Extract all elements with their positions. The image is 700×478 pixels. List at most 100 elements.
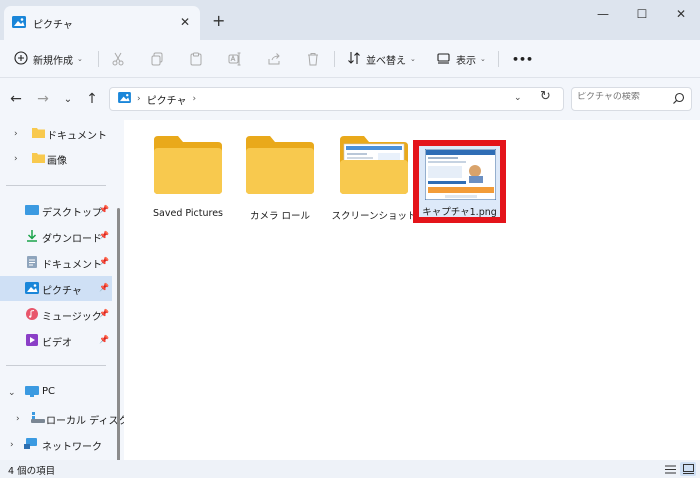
toolbar-divider (98, 51, 99, 67)
network-icon (24, 438, 38, 450)
close-window-button[interactable]: ✕ (666, 4, 696, 24)
recent-locations-button[interactable]: ⌄ (58, 89, 78, 109)
details-view-icon (664, 464, 676, 474)
more-options-button[interactable]: ••• (512, 48, 533, 70)
address-row: ← → ⌄ ↑ › ピクチャ › ⌄ ↻ (0, 78, 700, 120)
delete-icon[interactable] (303, 49, 323, 69)
cut-icon[interactable] (108, 49, 128, 69)
search-input[interactable] (577, 92, 669, 102)
address-bar[interactable]: › ピクチャ › (109, 87, 564, 111)
folder-icon (246, 136, 314, 194)
sidebar-divider (6, 185, 106, 186)
sidebar-item-downloads[interactable]: ダウンロード 📌 (0, 224, 112, 249)
sidebar-item-label: ビデオ (42, 338, 72, 349)
rename-icon[interactable] (225, 49, 245, 69)
chevron-right-icon[interactable]: › (10, 440, 14, 450)
chevron-down-icon: ⌄ (410, 55, 416, 63)
address-dropdown-button[interactable]: ⌄ (514, 93, 522, 103)
pictures-folder-icon (118, 92, 131, 106)
sidebar-item-label: 画像 (47, 156, 67, 167)
sidebar-item-label: デスクトップ (42, 208, 102, 219)
sidebar-item-label: ピクチャ (42, 286, 82, 297)
sidebar-item-pc[interactable]: ⌄ PC (0, 380, 112, 405)
chevron-down-icon: ⌄ (77, 55, 83, 63)
sidebar-item-music[interactable]: ミュージック 📌 (0, 302, 112, 327)
sidebar-item-desktop[interactable]: デスクトップ 📌 (0, 198, 112, 223)
share-icon[interactable] (264, 49, 284, 69)
sidebar-item-documents[interactable]: ドキュメント 📌 (0, 250, 112, 275)
pictures-folder-icon (12, 15, 26, 31)
sidebar-scrollbar[interactable] (117, 208, 120, 466)
view-button[interactable]: 表示 ⌄ (437, 48, 486, 70)
minimize-button[interactable]: — (588, 4, 618, 24)
plus-circle-icon (14, 50, 28, 68)
sidebar-item-local-disk[interactable]: › ローカル ディスク (0, 406, 128, 431)
large-icons-view-icon (682, 464, 694, 474)
file-name: カメラ ロール (249, 211, 311, 222)
file-name: Saved Pictures (153, 208, 223, 219)
toolbar-divider (334, 51, 335, 67)
search-box[interactable] (571, 87, 692, 111)
large-icons-view-button[interactable] (680, 462, 696, 476)
pin-icon: 📌 (99, 231, 109, 240)
sidebar-item-network[interactable]: › ネットワーク (0, 432, 112, 457)
breadcrumb-separator: › (137, 94, 141, 104)
folder-icon (32, 152, 46, 164)
sidebar-item-pictures[interactable]: ピクチャ 📌 (0, 276, 112, 301)
sidebar-item-videos[interactable]: ビデオ 📌 (0, 328, 112, 353)
sidebar-item-label: ミュージック (42, 312, 102, 323)
up-button[interactable]: ↑ (82, 89, 102, 109)
back-button[interactable]: ← (6, 89, 26, 109)
sidebar-item-documents-folder[interactable]: › ドキュメント (0, 121, 112, 146)
tab-title: ピクチャ (33, 19, 73, 31)
tab-close-icon[interactable]: ✕ (180, 15, 190, 29)
command-bar: 新規作成 ⌄ 並べ替え ⌄ 表示 ⌄ ••• (0, 40, 700, 78)
breadcrumb-item-pictures[interactable]: ピクチャ (147, 92, 187, 107)
chevron-down-icon[interactable]: ⌄ (8, 388, 16, 398)
chevron-right-icon[interactable]: › (16, 414, 20, 424)
sort-icon (347, 51, 361, 68)
sidebar-item-label: ドキュメント (42, 260, 102, 271)
sort-button[interactable]: 並べ替え ⌄ (347, 48, 416, 70)
breadcrumb-separator[interactable]: › (193, 94, 197, 104)
pin-icon: 📌 (99, 309, 109, 318)
pictures-icon (25, 282, 39, 294)
download-icon (25, 230, 39, 242)
status-bar: 4 個の項目 (0, 460, 700, 478)
pin-icon: 📌 (99, 205, 109, 214)
file-item-saved-pictures[interactable]: Saved Pictures (144, 134, 232, 234)
paste-icon[interactable] (186, 49, 206, 69)
refresh-button[interactable]: ↻ (540, 89, 551, 104)
navigation-pane: › ドキュメント › 画像 デスクトップ 📌 ダウンロード 📌 ドキュメント 📌 (0, 120, 128, 466)
details-view-button[interactable] (662, 462, 678, 476)
sidebar-item-label: ダウンロード (42, 234, 102, 245)
view-icon (437, 51, 451, 68)
chevron-right-icon[interactable]: › (14, 154, 18, 164)
new-button[interactable]: 新規作成 ⌄ (14, 48, 83, 70)
pin-icon: 📌 (99, 283, 109, 292)
video-icon (25, 334, 39, 346)
file-name: キャプチャ1.png (422, 207, 497, 218)
new-button-label: 新規作成 (33, 55, 73, 67)
forward-button[interactable]: → (33, 89, 53, 109)
new-tab-button[interactable]: + (212, 11, 225, 30)
file-item-camera-roll[interactable]: カメラ ロール (236, 134, 324, 234)
folder-icon (32, 127, 46, 139)
folder-preview-icon (340, 136, 408, 194)
item-count: 4 個の項目 (8, 466, 56, 477)
maximize-button[interactable]: ☐ (627, 4, 657, 24)
pc-icon (25, 386, 39, 398)
local-disk-icon (31, 412, 45, 424)
tab-pictures[interactable]: ピクチャ ✕ (4, 6, 200, 40)
sidebar-item-label: ネットワーク (42, 442, 102, 453)
file-list: Saved Pictures カメラ ロール スクリーンショット キャプチャ1.… (124, 120, 700, 460)
search-icon[interactable] (672, 92, 685, 108)
sidebar-item-images-folder[interactable]: › 画像 (0, 146, 112, 171)
view-button-label: 表示 (456, 55, 476, 67)
file-item-capture1-png[interactable]: キャプチャ1.png (413, 140, 506, 223)
music-icon (25, 308, 39, 320)
copy-icon[interactable] (147, 49, 167, 69)
file-item-screenshots[interactable]: スクリーンショット (330, 134, 418, 234)
desktop-icon (25, 204, 39, 216)
chevron-right-icon[interactable]: › (14, 129, 18, 139)
